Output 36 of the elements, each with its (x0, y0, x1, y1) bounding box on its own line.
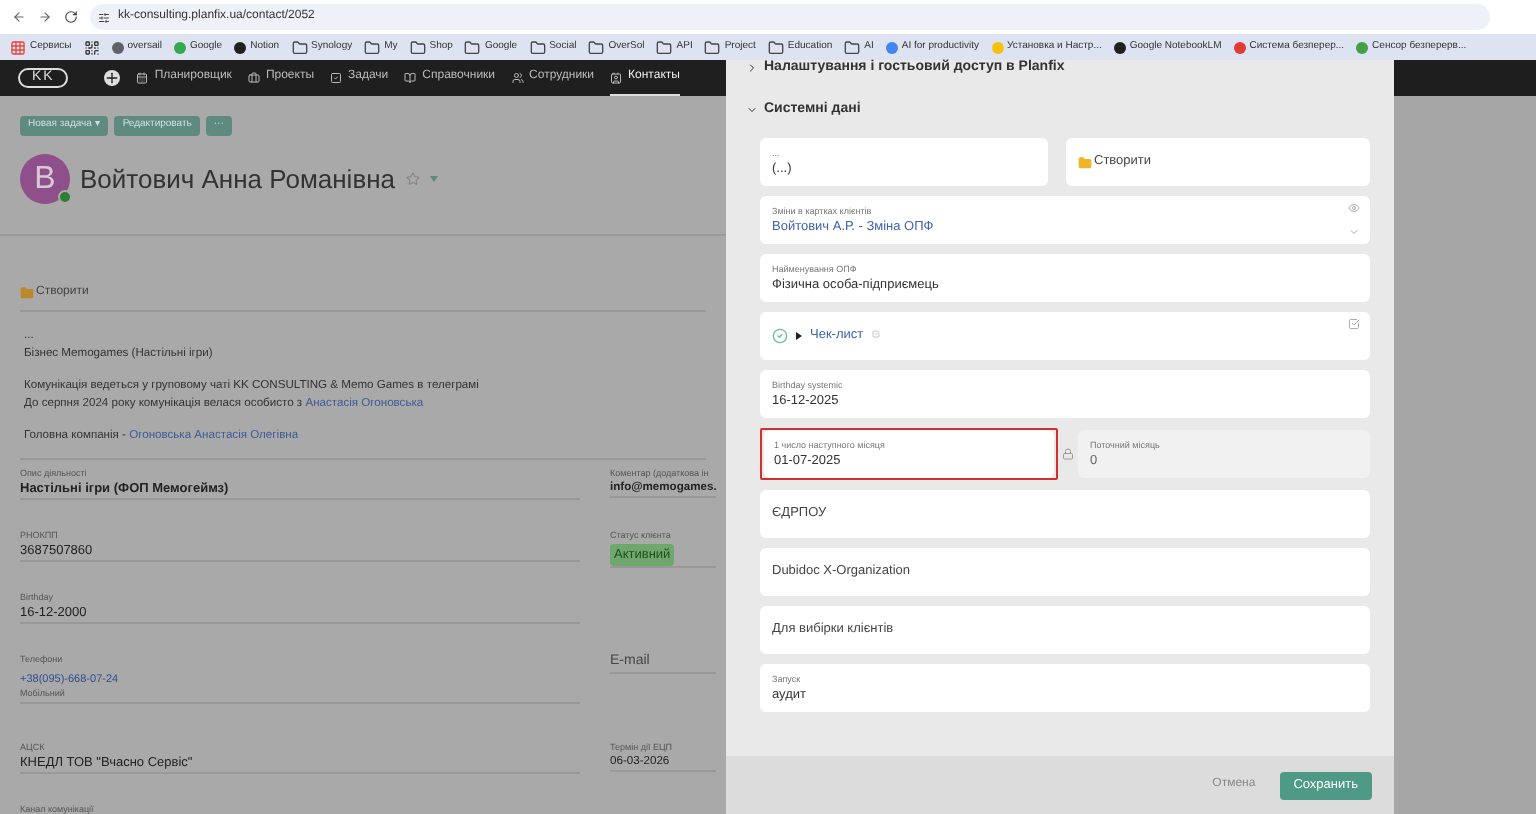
calendar-icon (136, 71, 149, 83)
folder-icon (529, 39, 546, 55)
briefcase-icon (247, 71, 260, 83)
contact-card-icon (610, 71, 623, 83)
grid-icon (83, 39, 100, 55)
checklist-icon[interactable] (1348, 318, 1360, 330)
reload-icon[interactable] (64, 10, 78, 24)
folder-icon (704, 39, 721, 55)
folder-icon (291, 39, 308, 55)
folder-icon (588, 39, 605, 55)
folder-icon (844, 39, 861, 55)
folder-icon (767, 39, 784, 55)
chevron-right-icon (746, 62, 758, 74)
contact-name: Войтович Анна Романівна (80, 161, 396, 198)
folder-icon (364, 39, 381, 55)
back-icon[interactable] (12, 10, 26, 24)
add-icon[interactable] (104, 70, 121, 86)
apps-icon (10, 39, 26, 55)
nav-bar-edge (1394, 60, 1536, 96)
checkbox-icon (330, 71, 343, 83)
book-icon (404, 71, 417, 83)
folder-icon (1078, 155, 1092, 169)
folder-icon (656, 39, 673, 55)
lock-icon (1062, 448, 1074, 460)
expand-icon[interactable] (796, 332, 802, 340)
avatar: В (20, 154, 70, 204)
check-circle-icon (772, 328, 788, 344)
folder-icon (409, 39, 426, 55)
checklist-icon (871, 329, 880, 337)
folder-icon (20, 286, 34, 300)
star-icon[interactable] (405, 172, 420, 186)
forward-icon[interactable] (38, 10, 52, 24)
people-icon (511, 71, 524, 83)
folder-icon (464, 39, 481, 55)
site-settings-icon[interactable] (98, 11, 110, 23)
chevron-down-icon (746, 104, 758, 116)
